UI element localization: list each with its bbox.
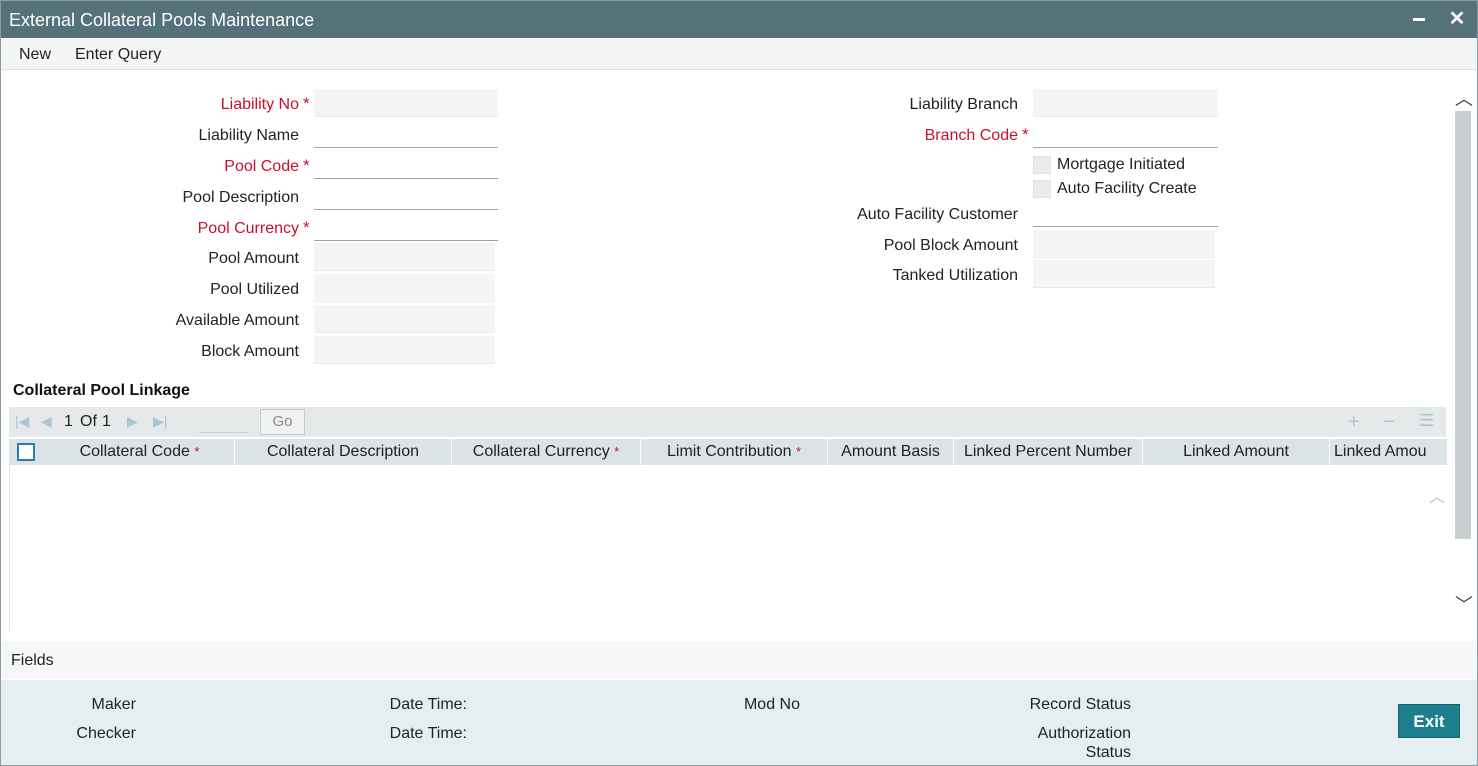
column-header-amount-basis[interactable]: Amount Basis (828, 439, 954, 465)
authorization-status-label-line1: Authorization (1037, 725, 1131, 742)
column-header-linked-amount[interactable]: Linked Amount (1143, 439, 1330, 465)
main-window: External Collateral Pools Maintenance ✕ … (0, 0, 1478, 766)
mortgage-initiated-label: Mortgage Initiated (1057, 156, 1186, 173)
branch-code-field[interactable] (1033, 120, 1218, 148)
pool-utilized-field[interactable] (314, 274, 495, 302)
menu-bar: New Enter Query (1, 38, 1477, 70)
available-amount-label: Available Amount (175, 312, 299, 329)
pool-code-label: Pool Code (224, 158, 299, 175)
grid-scroll-up-icon[interactable]: ︿ (1429, 483, 1445, 507)
pool-block-amount-label: Pool Block Amount (883, 237, 1018, 254)
title-bar: External Collateral Pools Maintenance ✕ (1, 1, 1477, 38)
liability-name-label: Liability Name (198, 127, 299, 144)
required-marker: * (303, 218, 310, 237)
required-marker: * (303, 94, 310, 113)
delete-row-icon[interactable]: − (1383, 411, 1395, 434)
minimize-icon (1413, 18, 1425, 22)
minimize-button[interactable] (1407, 7, 1431, 31)
menu-new[interactable]: New (19, 46, 51, 64)
column-header-collateral-description[interactable]: Collateral Description (235, 439, 452, 465)
auto-facility-customer-field[interactable] (1033, 199, 1218, 227)
fields-link[interactable]: Fields (11, 652, 54, 670)
fields-bar: Fields (1, 641, 1477, 679)
page-number-input[interactable] (199, 411, 249, 433)
auto-facility-customer-label: Auto Facility Customer (857, 206, 1018, 223)
checker-date-time-label: Date Time: (389, 725, 467, 742)
section-title-collateral-pool-linkage: Collateral Pool Linkage (13, 382, 190, 399)
menu-enter-query[interactable]: Enter Query (75, 46, 161, 64)
liability-no-field[interactable] (314, 89, 498, 117)
window-title: External Collateral Pools Maintenance (9, 10, 315, 30)
grid-toolbar: |◀ ◀ 1 Of 1 ▶ ▶| Go + − ☰ (9, 407, 1446, 437)
available-amount-field[interactable] (314, 305, 495, 333)
required-marker: * (194, 444, 200, 459)
last-page-icon[interactable]: ▶| (153, 413, 167, 430)
pool-amount-label: Pool Amount (208, 250, 299, 267)
mod-no-label: Mod No (743, 696, 800, 713)
column-label: Collateral Currency (472, 443, 610, 460)
required-marker: * (303, 156, 310, 175)
authorization-status-label-line2: Status (1085, 744, 1131, 761)
scrollbar-thumb[interactable] (1455, 111, 1471, 539)
record-status-label: Record Status (1029, 696, 1131, 713)
column-header-collateral-code[interactable]: Collateral Code * (45, 439, 235, 465)
pager-total: 1 (102, 413, 111, 430)
liability-name-field[interactable] (314, 120, 498, 148)
go-button[interactable]: Go (260, 409, 305, 435)
auto-facility-create-checkbox[interactable] (1033, 180, 1051, 198)
previous-page-icon[interactable]: ◀ (41, 413, 52, 430)
exit-button[interactable]: Exit (1398, 704, 1460, 738)
maker-label: Maker (91, 696, 136, 713)
column-label: Linked Amount (1183, 443, 1289, 460)
pool-amount-field[interactable] (314, 243, 495, 271)
column-header-limit-contribution[interactable]: Limit Contribution * (641, 439, 828, 465)
block-amount-field[interactable] (314, 336, 495, 364)
pager-current: 1 (64, 413, 73, 430)
checker-label: Checker (76, 725, 136, 742)
pool-description-label: Pool Description (182, 189, 300, 206)
required-marker: * (1022, 125, 1029, 144)
maker-date-time-label: Date Time: (389, 696, 467, 713)
column-label: Collateral Code (79, 443, 190, 460)
auto-facility-create-label: Auto Facility Create (1057, 180, 1197, 197)
single-view-icon[interactable]: ☰ (1419, 411, 1434, 431)
required-marker: * (795, 444, 801, 459)
column-label: Linked Percent Number (963, 443, 1133, 460)
column-header-linked-percent-number[interactable]: Linked Percent Number (954, 439, 1143, 465)
grid-header: Collateral Code * Collateral Description… (9, 439, 1447, 465)
tanked-utilization-field[interactable] (1033, 260, 1215, 288)
first-page-icon[interactable]: |◀ (15, 413, 29, 430)
column-label: Collateral Description (266, 443, 420, 460)
audit-footer: Maker Checker Date Time: Date Time: Mod … (1, 680, 1477, 765)
column-label: Limit Contribution (666, 443, 792, 460)
next-page-icon[interactable]: ▶ (127, 413, 138, 430)
pool-utilized-label: Pool Utilized (210, 281, 299, 298)
branch-code-label: Branch Code (924, 127, 1018, 144)
add-row-icon[interactable]: + (1348, 411, 1360, 434)
pool-code-field[interactable] (314, 151, 498, 179)
pool-description-field[interactable] (314, 182, 498, 210)
liability-branch-field[interactable] (1033, 89, 1218, 117)
column-header-linked-amount-2[interactable]: Linked Amou (1330, 439, 1447, 465)
vertical-scrollbar[interactable]: ︿ ﹀ (1453, 81, 1473, 621)
scroll-down-icon[interactable]: ﹀ (1455, 591, 1473, 617)
close-button[interactable]: ✕ (1445, 7, 1469, 31)
liability-branch-label: Liability Branch (909, 96, 1019, 113)
grid-body (9, 465, 1447, 631)
mortgage-initiated-checkbox[interactable] (1033, 156, 1051, 174)
select-all-checkbox[interactable] (17, 443, 35, 461)
required-marker: * (614, 444, 620, 459)
column-label: Amount Basis (841, 443, 940, 460)
pool-block-amount-field[interactable] (1033, 230, 1215, 258)
column-label: Linked Amou (1334, 443, 1427, 460)
scroll-up-icon[interactable]: ︿ (1455, 85, 1473, 111)
pager-of-label: Of (80, 413, 97, 430)
pool-currency-label: Pool Currency (197, 220, 299, 237)
liability-no-label: Liability No (220, 96, 299, 113)
column-header-collateral-currency[interactable]: Collateral Currency * (452, 439, 641, 465)
tanked-utilization-label: Tanked Utilization (892, 267, 1018, 284)
block-amount-label: Block Amount (201, 343, 299, 360)
pool-currency-field[interactable] (314, 213, 498, 241)
